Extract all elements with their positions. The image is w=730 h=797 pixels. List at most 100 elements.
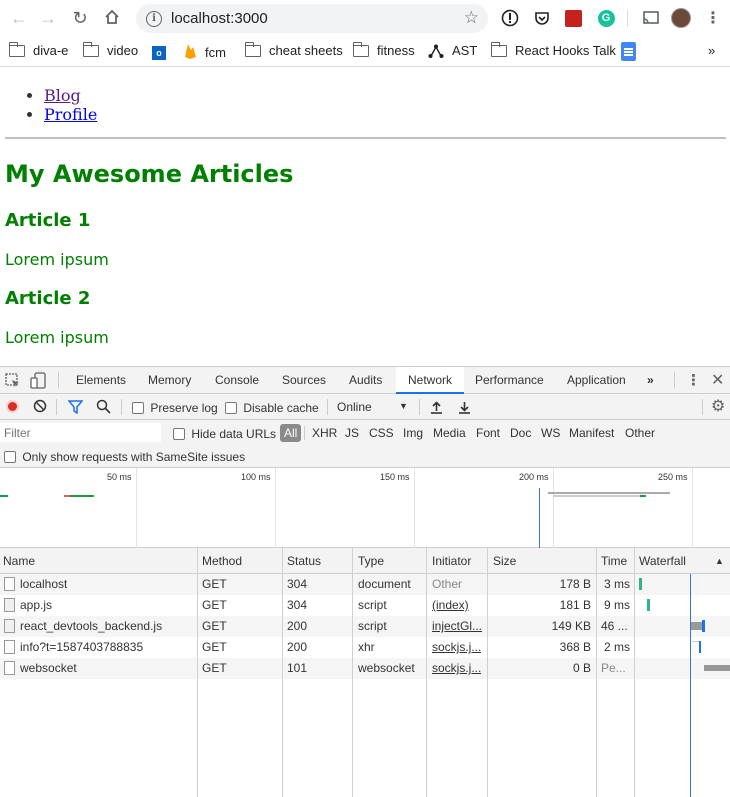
filter-type-media[interactable]: Media xyxy=(433,426,466,440)
bookmark-cheat-sheets[interactable]: cheat sheets xyxy=(244,41,343,58)
checkbox-box[interactable] xyxy=(4,450,16,463)
table-row[interactable]: app.js GET 304 script (index) 181 B 9 ms xyxy=(0,595,730,616)
more-tabs-button[interactable]: » xyxy=(647,367,654,394)
throttling-select[interactable]: Online xyxy=(337,400,372,414)
settings-gear-icon[interactable]: ⚙ xyxy=(711,399,725,415)
bookmark-diva-e[interactable]: diva-e xyxy=(8,41,68,58)
menu-icon[interactable]: ⋮ xyxy=(703,8,723,28)
cast-icon[interactable] xyxy=(641,8,661,28)
chevron-down-icon[interactable]: ▼ xyxy=(399,401,408,411)
filter-type-ws[interactable]: WS xyxy=(541,426,560,440)
table-row[interactable]: info?t=1587403788835 GET 200 xhr sockjs.… xyxy=(0,637,730,658)
request-name: react_devtools_backend.js xyxy=(20,619,163,633)
nav-link-profile[interactable]: Profile xyxy=(44,105,97,124)
column-divider[interactable] xyxy=(487,548,488,797)
filter-type-js[interactable]: JS xyxy=(345,426,359,440)
clear-icon[interactable] xyxy=(33,399,47,416)
tab-console[interactable]: Console xyxy=(215,367,259,394)
devtools-panel: Elements Memory Console Sources Audits N… xyxy=(0,366,730,797)
filter-type-all[interactable]: All xyxy=(280,424,302,442)
grammarly-icon[interactable]: G xyxy=(596,8,616,28)
address-bar[interactable]: i localhost:3000 ☆ xyxy=(136,4,488,33)
tab-memory[interactable]: Memory xyxy=(148,367,191,394)
column-divider[interactable] xyxy=(596,548,597,797)
request-initiator[interactable]: sockjs.j... xyxy=(432,661,481,675)
column-status[interactable]: Status xyxy=(287,554,321,568)
column-divider[interactable] xyxy=(634,548,635,797)
bookmark-react-hooks-talk[interactable]: React Hooks Talk xyxy=(490,41,616,58)
column-name[interactable]: Name xyxy=(3,554,35,568)
network-toolbar: Preserve log Disable cache Online ▼ ⚙ xyxy=(0,394,730,420)
import-har-icon[interactable] xyxy=(430,400,443,417)
hide-data-urls-checkbox[interactable]: Hide data URLs xyxy=(173,426,276,441)
tab-audits[interactable]: Audits xyxy=(349,367,382,394)
forward-button[interactable]: → xyxy=(34,4,62,32)
preserve-log-checkbox[interactable]: Preserve log xyxy=(132,400,218,415)
export-har-icon[interactable] xyxy=(458,400,471,417)
filter-input[interactable] xyxy=(0,423,161,442)
column-initiator[interactable]: Initiator xyxy=(432,554,471,568)
avatar[interactable] xyxy=(671,8,691,28)
close-icon[interactable]: ✕ xyxy=(711,370,724,390)
bookmark-docs[interactable] xyxy=(621,42,636,61)
table-row[interactable]: websocket GET 101 websocket sockjs.j... … xyxy=(0,658,730,679)
request-initiator[interactable]: injectGl... xyxy=(432,619,482,633)
filter-type-img[interactable]: Img xyxy=(403,426,423,440)
table-row[interactable]: localhost GET 304 document Other 178 B 3… xyxy=(0,574,730,595)
back-button[interactable]: ← xyxy=(5,4,33,32)
tab-sources[interactable]: Sources xyxy=(282,367,326,394)
bookmark-fcm[interactable]: o fcm xyxy=(152,43,226,62)
filter-icon[interactable] xyxy=(67,399,84,417)
column-waterfall[interactable]: Waterfall xyxy=(639,554,686,568)
pocket-icon[interactable] xyxy=(532,8,552,28)
inspect-element-icon[interactable] xyxy=(5,373,20,391)
filter-type-css[interactable]: CSS xyxy=(369,426,394,440)
column-divider[interactable] xyxy=(197,548,198,797)
search-icon[interactable] xyxy=(96,399,111,417)
column-method[interactable]: Method xyxy=(202,554,242,568)
tab-performance[interactable]: Performance xyxy=(475,367,544,394)
bookmark-star-icon[interactable]: ☆ xyxy=(464,8,479,28)
nav-link-blog[interactable]: Blog xyxy=(44,86,81,105)
request-initiator[interactable]: sockjs.j... xyxy=(432,640,481,654)
checkbox-box[interactable] xyxy=(173,427,185,440)
device-toolbar-icon[interactable] xyxy=(30,372,46,392)
extension-red-icon[interactable] xyxy=(563,8,583,28)
filter-type-xhr[interactable]: XHR xyxy=(312,426,337,440)
sort-ascending-icon[interactable]: ▲ xyxy=(715,556,724,566)
column-divider[interactable] xyxy=(352,548,353,797)
request-initiator[interactable]: (index) xyxy=(432,598,469,612)
checkbox-box[interactable] xyxy=(225,401,237,414)
samesite-checkbox[interactable]: Only show requests with SameSite issues xyxy=(4,449,245,464)
reload-button[interactable]: ↻ xyxy=(66,4,94,32)
filter-type-doc[interactable]: Doc xyxy=(510,426,531,440)
network-overview[interactable]: 50 ms 100 ms 150 ms 200 ms 250 ms xyxy=(0,468,730,548)
bookmark-video[interactable]: video xyxy=(82,41,138,58)
table-row[interactable]: react_devtools_backend.js GET 200 script… xyxy=(0,616,730,637)
extension-1-icon[interactable] xyxy=(500,8,520,28)
devtools-menu-icon[interactable]: ⋮ xyxy=(686,371,701,389)
divider xyxy=(5,137,726,139)
filter-type-manifest[interactable]: Manifest xyxy=(569,426,614,440)
tick-label: 200 ms xyxy=(519,472,549,482)
filter-type-other[interactable]: Other xyxy=(625,426,655,440)
column-divider[interactable] xyxy=(426,548,427,797)
tab-elements[interactable]: Elements xyxy=(76,367,126,394)
column-divider[interactable] xyxy=(282,548,283,797)
filter-type-font[interactable]: Font xyxy=(476,426,500,440)
bookmark-fitness[interactable]: fitness xyxy=(352,41,415,58)
checkbox-box[interactable] xyxy=(132,401,144,414)
info-icon[interactable]: i xyxy=(146,10,162,27)
record-button[interactable] xyxy=(6,400,19,413)
column-time[interactable]: Time xyxy=(601,554,627,568)
column-size[interactable]: Size xyxy=(493,554,516,568)
home-button[interactable] xyxy=(103,8,121,29)
tab-network[interactable]: Network xyxy=(396,367,465,394)
bookmarks-more-button[interactable]: » xyxy=(708,43,715,58)
column-type[interactable]: Type xyxy=(358,554,384,568)
disable-cache-checkbox[interactable]: Disable cache xyxy=(225,400,319,415)
tab-application[interactable]: Application xyxy=(567,367,626,394)
overview-bar xyxy=(64,495,70,497)
request-method: GET xyxy=(202,577,227,591)
bookmark-ast[interactable]: AST xyxy=(428,43,477,58)
